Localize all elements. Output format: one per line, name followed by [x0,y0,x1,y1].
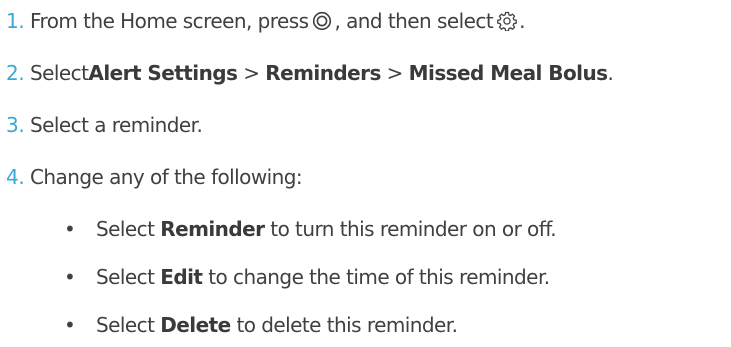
step-2-text-start: Select [30,61,89,85]
menu-path-separator: > [380,61,409,85]
menu-path-separator: > [237,61,266,85]
bullet-keyword: Delete [160,313,231,337]
step-number: 2. [6,61,25,85]
bullet-text-start: Select [96,313,161,337]
step-number: 4. [6,165,25,189]
menu-path-alert-settings: Alert Settings [88,61,238,85]
menu-path-missed-meal-bolus: Missed Meal Bolus [408,61,608,85]
settings-gear-icon [497,11,517,31]
bullet-text-end: to turn this reminder on or off. [264,217,557,241]
step-2: 2. Select Alert Settings > Reminders > M… [6,58,614,88]
bullet-item-reminder: • Select Reminder to turn this reminder … [64,214,557,244]
bullet-text-start: Select [96,217,161,241]
bullet-symbol: • [64,265,76,289]
step-1: 1. From the Home screen, press , and the… [6,6,525,36]
instruction-document: 1. From the Home screen, press , and the… [0,0,731,347]
bullet-item-edit: • Select Edit to change the time of this… [64,262,550,292]
step-4: 4. Change any of the following: [6,162,303,192]
step-number: 3. [6,113,25,137]
bullet-text-end: to delete this reminder. [230,313,458,337]
step-3: 3. Select a reminder. [6,110,203,140]
menu-path-reminders: Reminders [265,61,381,85]
bullet-symbol: • [64,313,76,337]
bullet-item-delete: • Select Delete to delete this reminder. [64,310,458,340]
step-1-text-start: From the Home screen, press [30,9,309,33]
step-2-text-end: . [607,61,614,85]
bullet-symbol: • [64,217,76,241]
bullet-keyword: Reminder [160,217,265,241]
bullet-keyword: Edit [160,265,203,289]
step-text: Select a reminder. [30,113,203,137]
step-text: Change any of the following: [30,165,303,189]
step-text: From the Home screen, press , and then s… [30,9,525,33]
bullet-text-start: Select [96,265,161,289]
step-1-text-end: . [519,9,525,33]
menu-button-icon [312,11,332,31]
step-text: Select Alert Settings > Reminders > Miss… [30,61,614,85]
step-1-text-middle: , and then select [334,9,494,33]
step-number: 1. [6,9,25,33]
bullet-text-end: to change the time of this reminder. [202,265,550,289]
